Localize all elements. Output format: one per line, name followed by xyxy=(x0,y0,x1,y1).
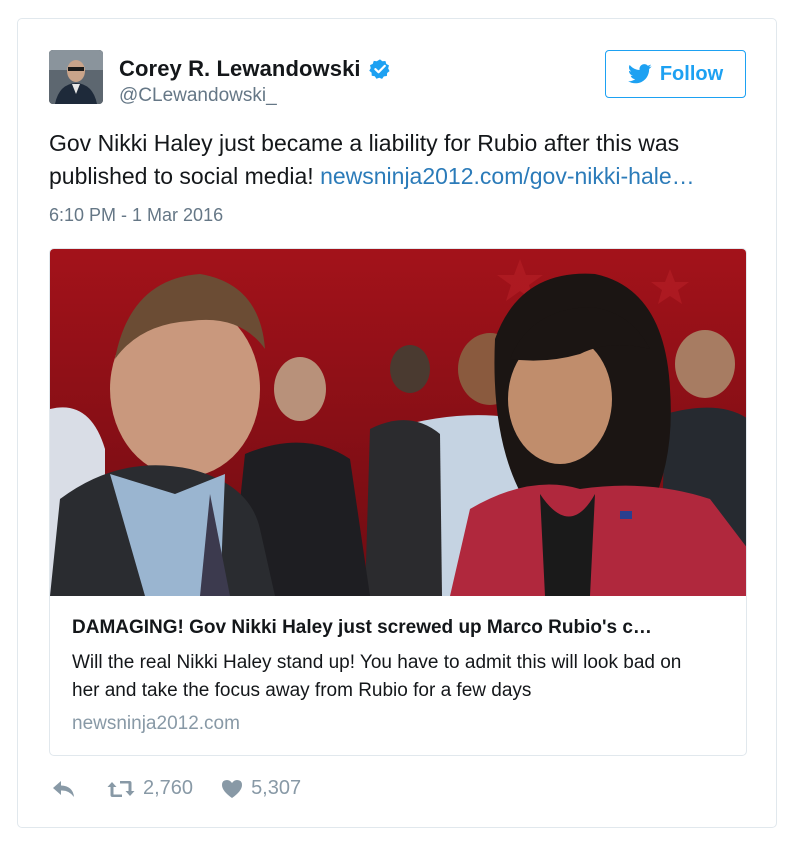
twitter-bird-icon xyxy=(627,64,652,84)
author-row[interactable]: Corey R. Lewandowski xyxy=(119,56,391,82)
tweet-card: Corey R. Lewandowski @CLewandowski_ Foll… xyxy=(17,18,777,828)
author-handle[interactable]: @CLewandowski_ xyxy=(119,85,277,107)
retweet-button[interactable]: 2,760 xyxy=(107,777,193,800)
tweet-timestamp[interactable]: 6:10 PM - 1 Mar 2016 xyxy=(49,205,223,226)
like-count: 5,307 xyxy=(251,777,302,799)
card-title[interactable]: DAMAGING! Gov Nikki Haley just screwed u… xyxy=(72,617,732,639)
tweet-link[interactable]: newsninja2012.com/gov-nikki-hale… xyxy=(320,163,695,189)
follow-button[interactable]: Follow xyxy=(605,50,746,98)
heart-icon xyxy=(222,779,243,798)
avatar[interactable] xyxy=(49,50,103,104)
tweet-actions: 2,760 5,307 xyxy=(51,777,301,800)
card-domain[interactable]: newsninja2012.com xyxy=(72,713,240,735)
card-description: Will the real Nikki Haley stand up! You … xyxy=(72,652,682,701)
tweet-text: Gov Nikki Haley just became a liability … xyxy=(49,127,749,193)
author-name[interactable]: Corey R. Lewandowski xyxy=(119,56,361,82)
follow-button-label: Follow xyxy=(659,62,724,85)
reply-icon xyxy=(53,780,74,797)
retweet-count: 2,760 xyxy=(143,777,194,799)
reply-button[interactable] xyxy=(51,779,77,799)
retweet-icon xyxy=(107,780,135,797)
card-image[interactable] xyxy=(50,249,746,596)
link-card[interactable]: DAMAGING! Gov Nikki Haley just screwed u… xyxy=(49,248,747,756)
like-button[interactable]: 5,307 xyxy=(221,777,301,800)
verified-badge-icon xyxy=(368,59,390,79)
